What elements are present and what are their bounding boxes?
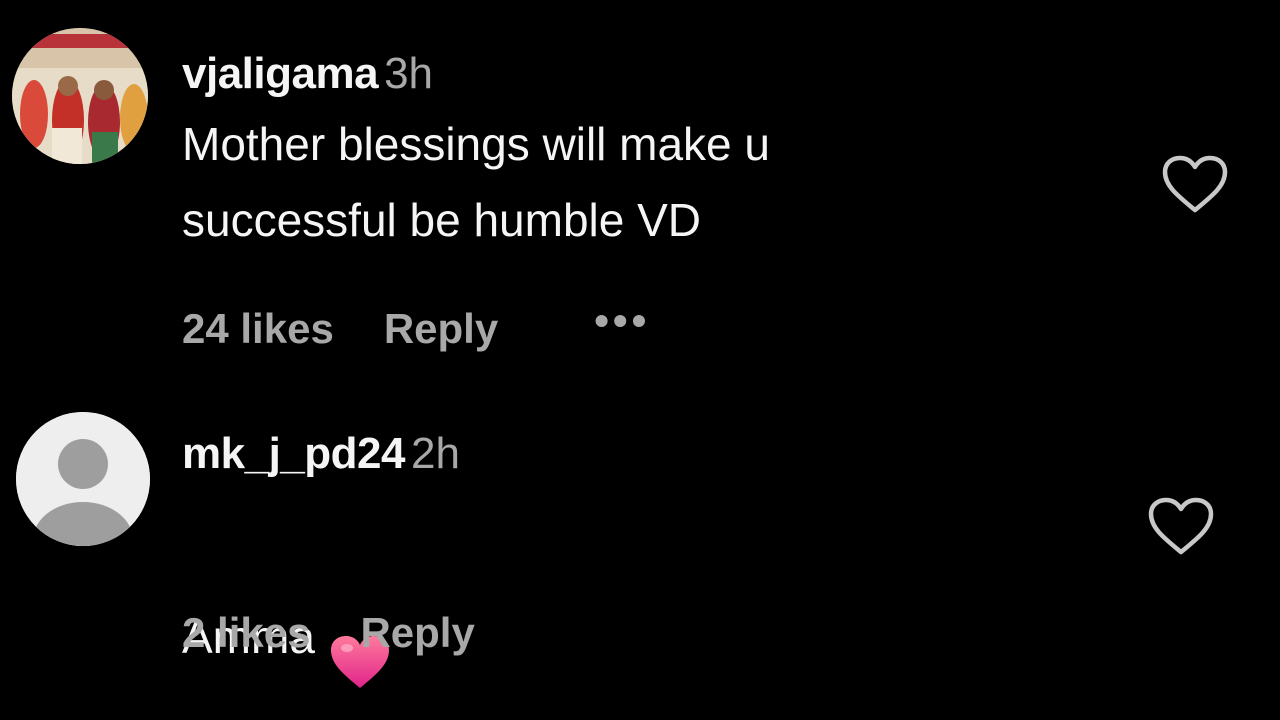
more-options-button[interactable]: ••• bbox=[594, 300, 650, 342]
heart-outline-icon bbox=[1148, 497, 1214, 555]
comment-header: mk_j_pd24 2h bbox=[182, 432, 460, 476]
comment-actions: 2 likes Reply bbox=[182, 612, 475, 654]
username[interactable]: vjaligama bbox=[182, 49, 379, 98]
user-avatar[interactable] bbox=[12, 28, 148, 164]
like-button[interactable] bbox=[1146, 496, 1216, 558]
user-avatar[interactable] bbox=[16, 412, 150, 546]
comment-header: vjaligama 3h bbox=[182, 52, 433, 96]
comment-item: mk_j_pd24 2h Amma 2 likes Reply bbox=[0, 380, 1280, 720]
profile-photo bbox=[12, 28, 148, 164]
comment-text: Mother blessings will make u successful … bbox=[182, 118, 771, 246]
heart-outline-icon bbox=[1162, 155, 1228, 213]
like-button[interactable] bbox=[1160, 154, 1230, 216]
timestamp: 3h bbox=[384, 49, 434, 98]
likes-count[interactable]: 2 likes bbox=[182, 612, 310, 654]
comment-actions: 24 likes Reply ••• bbox=[182, 300, 650, 350]
timestamp: 2h bbox=[410, 429, 460, 478]
comment-item: vjaligama 3h Mother blessings will make u… bbox=[0, 0, 1280, 380]
comment-text: Amma bbox=[182, 488, 1042, 718]
likes-count[interactable]: 24 likes bbox=[182, 308, 334, 350]
reply-button[interactable]: Reply bbox=[384, 308, 498, 350]
username[interactable]: mk_j_pd24 bbox=[182, 429, 405, 478]
reply-button[interactable]: Reply bbox=[360, 612, 474, 654]
default-avatar-icon bbox=[16, 412, 150, 546]
